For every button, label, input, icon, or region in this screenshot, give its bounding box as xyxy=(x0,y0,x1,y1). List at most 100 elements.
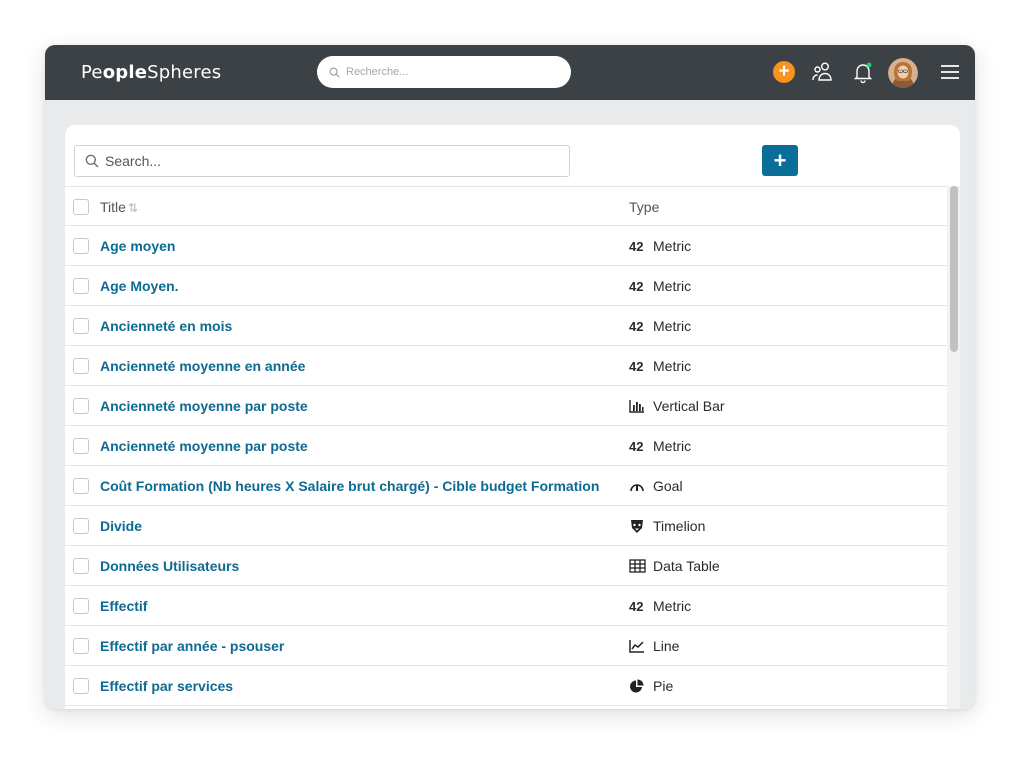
list-search-input[interactable] xyxy=(105,153,545,169)
line-icon xyxy=(629,638,647,654)
row-title-link[interactable]: Age Moyen. xyxy=(100,278,615,294)
hamburger-icon xyxy=(941,65,959,79)
row-title-link[interactable]: Ancienneté moyenne par poste xyxy=(100,398,615,414)
row-type-label: Metric xyxy=(653,278,692,294)
scrollbar-track[interactable] xyxy=(947,186,960,709)
row-title-link[interactable]: Effectif xyxy=(100,598,615,614)
row-title-link[interactable]: Age moyen xyxy=(100,238,615,254)
menu-button[interactable] xyxy=(937,59,963,85)
row-type: Line xyxy=(629,638,879,654)
row-checkbox[interactable] xyxy=(73,278,89,294)
list-search xyxy=(74,145,570,177)
row-title-link[interactable]: Coût Formation (Nb heures X Salaire brut… xyxy=(100,478,615,494)
table-row[interactable]: Ancienneté moyenne par poste 42 Metric xyxy=(65,426,947,466)
title-column-header[interactable]: Title ⇅ xyxy=(100,199,138,215)
row-checkbox[interactable] xyxy=(73,318,89,334)
global-search xyxy=(317,56,571,88)
table-row[interactable]: Effectif par année - psouser Line xyxy=(65,626,947,666)
vertical-bar-icon xyxy=(629,398,647,414)
metric-icon: 42 xyxy=(629,438,644,454)
metric-icon: 42 xyxy=(629,358,644,374)
table-row[interactable]: Données Utilisateurs Data Table xyxy=(65,546,947,586)
row-type-label: Metric xyxy=(653,318,692,334)
row-checkbox[interactable] xyxy=(73,238,89,254)
sort-icon: ⇅ xyxy=(127,201,138,215)
metric-icon: 42 xyxy=(629,598,644,614)
row-type: Data Table xyxy=(629,558,879,574)
row-type: Pie xyxy=(629,678,879,694)
app-window: PeopleSpheres + xyxy=(45,45,975,709)
row-title-link[interactable]: Effectif par services xyxy=(100,678,615,694)
people-icon xyxy=(812,62,832,81)
row-type-label: Timelion xyxy=(653,518,706,534)
row-type: 42 Metric xyxy=(629,438,879,454)
table-header: Title ⇅ Type xyxy=(65,186,947,226)
add-visualization-button[interactable]: + xyxy=(762,145,798,176)
metric-icon: 42 xyxy=(629,278,644,294)
row-type: 42 Metric xyxy=(629,318,879,334)
type-column-header: Type xyxy=(629,199,660,215)
top-bar: PeopleSpheres + xyxy=(45,45,975,100)
row-type-label: Pie xyxy=(653,678,674,694)
goal-icon xyxy=(629,478,647,494)
visualizations-card: + Title⇅ Type Age moyen42MetricAge Moyen… xyxy=(65,125,960,709)
row-title-link[interactable]: Ancienneté moyenne par poste xyxy=(100,438,615,454)
row-checkbox[interactable] xyxy=(73,438,89,454)
table-row[interactable]: Ancienneté moyenne en année 42 Metric xyxy=(65,346,947,386)
notifications-button[interactable] xyxy=(850,59,876,85)
row-title-link[interactable]: Données Utilisateurs xyxy=(100,558,615,574)
plus-icon: + xyxy=(773,61,795,83)
global-search-input[interactable] xyxy=(346,66,556,78)
row-checkbox[interactable] xyxy=(73,478,89,494)
row-checkbox[interactable] xyxy=(73,558,89,574)
row-type-label: Vertical Bar xyxy=(653,398,725,414)
row-checkbox[interactable] xyxy=(73,598,89,614)
row-type-label: Line xyxy=(653,638,680,654)
search-icon xyxy=(329,67,340,78)
timelion-icon xyxy=(629,518,647,534)
row-type-label: Goal xyxy=(653,478,683,494)
table-row[interactable]: Effectif 42 Metric xyxy=(65,586,947,626)
table-row[interactable]: Coût Formation (Nb heures X Salaire brut… xyxy=(65,466,947,506)
avatar-button[interactable] xyxy=(887,57,919,89)
row-type: 42 Metric xyxy=(629,238,879,254)
table-row[interactable]: Ancienneté en mois 42 Metric xyxy=(65,306,947,346)
row-type: Timelion xyxy=(629,518,879,534)
table-row[interactable]: Effectif par services Pie xyxy=(65,666,947,706)
quick-add-button[interactable]: + xyxy=(771,59,797,85)
search-icon xyxy=(85,154,99,168)
row-checkbox[interactable] xyxy=(73,398,89,414)
row-type: 42 Metric xyxy=(629,358,879,374)
row-title-link[interactable]: Ancienneté moyenne en année xyxy=(100,358,615,374)
row-type: Vertical Bar xyxy=(629,398,879,414)
row-type: Goal xyxy=(629,478,879,494)
row-type-label: Data Table xyxy=(653,558,720,574)
bell-icon xyxy=(853,62,873,84)
metric-icon: 42 xyxy=(629,238,644,254)
row-checkbox[interactable] xyxy=(73,638,89,654)
logo[interactable]: PeopleSpheres xyxy=(81,62,221,83)
table-row[interactable]: Age moyen 42 Metric xyxy=(65,226,947,266)
row-type: 42 Metric xyxy=(629,598,879,614)
visualization-table: Title ⇅ Type Age moyen 42 Metric Age Moyen. 4… xyxy=(65,186,947,706)
row-title-link[interactable]: Divide xyxy=(100,518,615,534)
table-row[interactable]: Divide Timelion xyxy=(65,506,947,546)
table-row[interactable]: Age Moyen. 42 Metric xyxy=(65,266,947,306)
people-button[interactable] xyxy=(810,59,836,85)
metric-icon: 42 xyxy=(629,318,644,334)
row-title-link[interactable]: Effectif par année - psouser xyxy=(100,638,615,654)
select-all-checkbox[interactable] xyxy=(73,199,89,215)
row-title-link[interactable]: Ancienneté en mois xyxy=(100,318,615,334)
scrollbar-thumb[interactable] xyxy=(950,186,958,352)
row-checkbox[interactable] xyxy=(73,358,89,374)
row-checkbox[interactable] xyxy=(73,518,89,534)
row-type-label: Metric xyxy=(653,358,692,374)
pie-icon xyxy=(629,678,647,694)
data-table-icon xyxy=(629,558,647,574)
row-type-label: Metric xyxy=(653,598,692,614)
table-row[interactable]: Ancienneté moyenne par poste Vertical Bar xyxy=(65,386,947,426)
row-checkbox[interactable] xyxy=(73,678,89,694)
avatar xyxy=(888,58,918,88)
row-type-label: Metric xyxy=(653,238,692,254)
row-type-label: Metric xyxy=(653,438,692,454)
